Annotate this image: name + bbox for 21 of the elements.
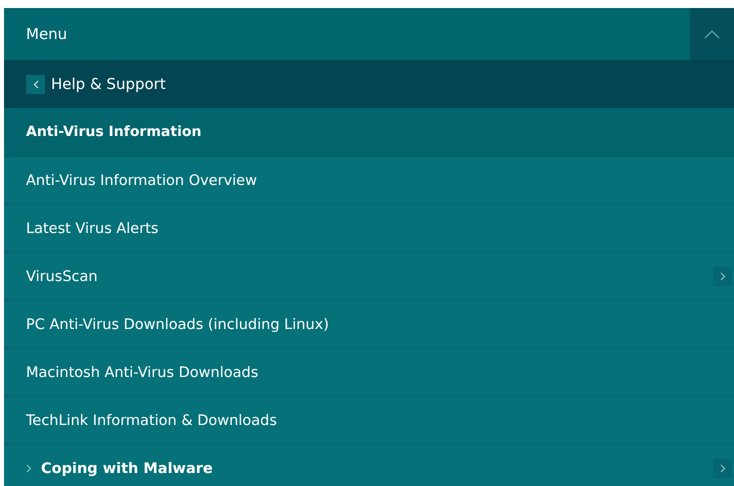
menu-item[interactable]: TechLink Information & Downloads: [4, 396, 734, 444]
menu-item[interactable]: Anti-Virus Information Overview: [4, 156, 734, 204]
menu-item-label: Coping with Malware: [41, 460, 214, 476]
menu-toggle-button[interactable]: [690, 8, 734, 60]
menu-item-label: Macintosh Anti-Virus Downloads: [26, 364, 260, 380]
menu-item-label: PC Anti-Virus Downloads (including Linux): [26, 316, 330, 332]
back-link[interactable]: Help & Support: [4, 60, 734, 108]
menu-item[interactable]: PC Anti-Virus Downloads (including Linux): [4, 300, 734, 348]
menu-title: Menu: [25, 25, 68, 43]
section-heading: Anti-Virus Information: [4, 108, 734, 156]
menu-item-label: VirusScan: [26, 268, 99, 284]
menu-item[interactable]: Coping with Malware: [4, 444, 734, 486]
menu-item[interactable]: Macintosh Anti-Virus Downloads: [4, 348, 734, 396]
menu-item-label: Anti-Virus Information Overview: [26, 172, 258, 188]
menu-item-label: Latest Virus Alerts: [26, 220, 160, 236]
chevron-icon: [26, 464, 32, 473]
back-label: Help & Support: [51, 75, 166, 93]
chevron-icon: [704, 29, 720, 39]
menu-item[interactable]: Latest Virus Alerts: [4, 204, 734, 252]
menu-item[interactable]: VirusScan: [4, 252, 734, 300]
menu-item-label: TechLink Information & Downloads: [26, 412, 278, 428]
